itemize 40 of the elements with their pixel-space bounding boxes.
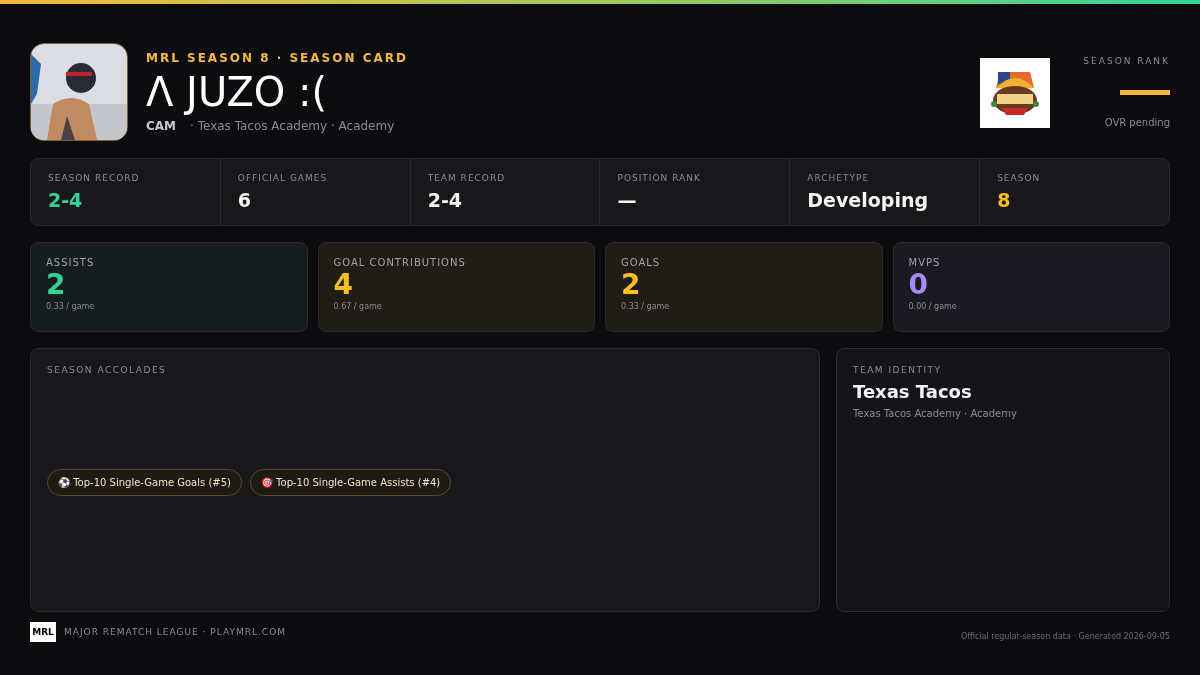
stat-label: ASSISTS: [46, 257, 96, 268]
summary-value: 2-4: [427, 189, 463, 211]
summary-label: POSITION RANK: [617, 173, 702, 183]
stat-value: 4: [333, 268, 354, 302]
stat-label: GOALS: [621, 257, 662, 268]
stat-label: MVPS: [908, 257, 942, 268]
stat-rate: 0.67 / game: [333, 302, 383, 311]
rank-note: OVR pending: [1104, 117, 1170, 128]
accolade-badge: ⚽ Top-10 Single-Game Goals (#5): [47, 469, 242, 496]
league-name: MAJOR REMATCH LEAGUE · PLAYMRL.COM: [64, 627, 286, 637]
team-detail: Texas Tacos Academy · Academy: [853, 408, 1018, 419]
summary-label: OFFICIAL GAMES: [237, 173, 329, 183]
season-rank-label: SEASON RANK: [1083, 56, 1170, 66]
summary-label: ARCHETYPE: [807, 173, 871, 183]
season-card-label: MRL SEASON 8 · SEASON CARD: [146, 51, 409, 65]
player-position: CAM: [146, 119, 177, 133]
summary-value: —: [617, 189, 638, 211]
summary-value: 2-4: [48, 189, 84, 211]
team-name: Texas Tacos: [853, 381, 973, 402]
stat-rate: 0.33 / game: [621, 302, 671, 311]
panel-title: TEAM IDENTITY: [853, 365, 943, 375]
stat-value: 2: [621, 268, 642, 302]
summary-label: SEASON: [997, 173, 1042, 183]
player-name: Λ JUZO :(: [146, 69, 329, 115]
generated-note: Official regular-season data · Generated 2026-09-05: [960, 631, 1170, 641]
stat-rate: 0.00 / game: [908, 302, 958, 311]
summary-label: TEAM RECORD: [427, 173, 507, 183]
rank-placeholder-bar: [1120, 90, 1170, 95]
stat-rate: 0.33 / game: [46, 302, 96, 311]
player-affiliation: · Texas Tacos Academy · Academy: [190, 119, 395, 133]
summary-value: 8: [997, 189, 1012, 211]
stat-value: 2: [46, 268, 67, 302]
summary-label: SEASON RECORD: [48, 173, 141, 183]
summary-value: Developing: [807, 189, 930, 211]
stat-value: 0: [908, 268, 929, 302]
accolade-badge: 🎯 Top-10 Single-Game Assists (#4): [249, 469, 452, 496]
panel-title: SEASON ACCOLADES: [47, 365, 168, 375]
league-logo: MRL: [30, 622, 56, 642]
summary-value: 6: [237, 189, 253, 211]
stat-label: GOAL CONTRIBUTIONS: [333, 257, 467, 268]
